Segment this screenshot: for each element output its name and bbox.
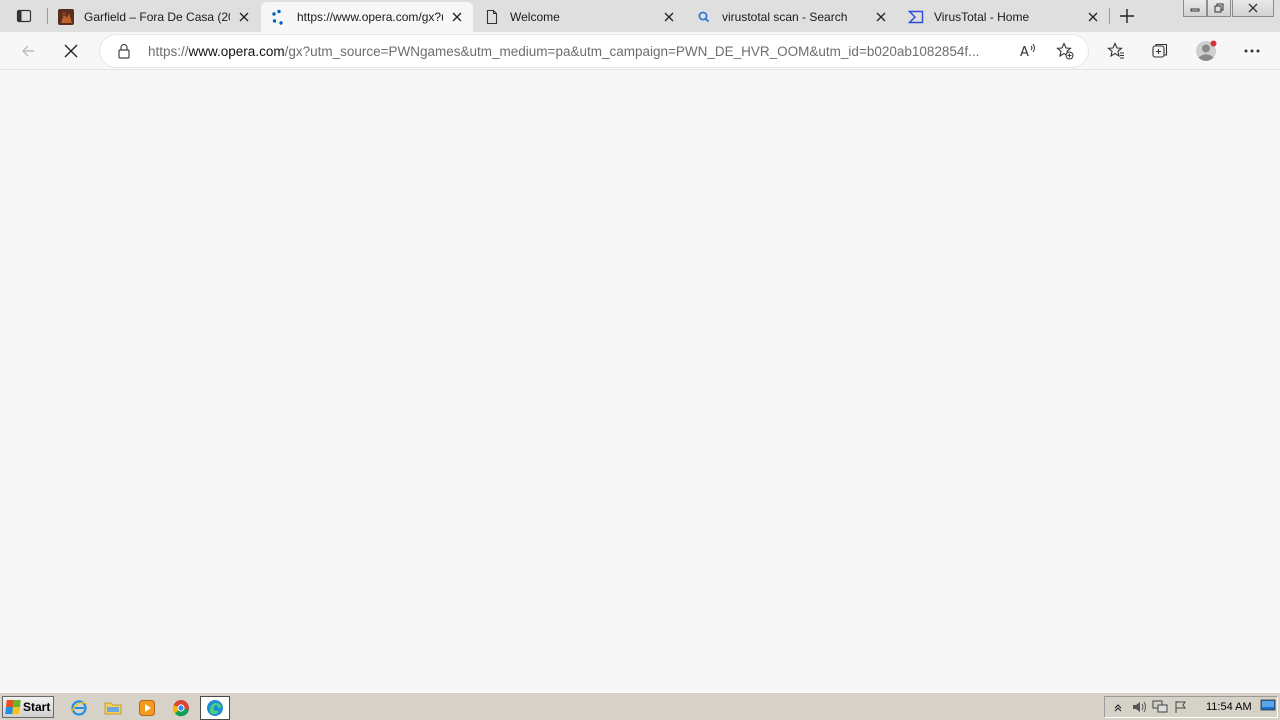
show-desktop-icon[interactable] <box>1259 697 1277 713</box>
back-button[interactable] <box>12 35 44 67</box>
navigation-toolbar: https://www.opera.com/gx?utm_source=PWNg… <box>0 32 1280 70</box>
collections-icon <box>1152 43 1168 58</box>
tab-title: https://www.opera.com/gx?ut <box>297 10 443 24</box>
collections-button[interactable] <box>1144 35 1176 67</box>
address-bar[interactable]: https://www.opera.com/gx?utm_source=PWNg… <box>100 35 1088 67</box>
folder-icon[interactable] <box>102 697 124 719</box>
favorites-icon <box>1107 42 1124 59</box>
address-url[interactable]: https://www.opera.com/gx?utm_source=PWNg… <box>148 44 1008 59</box>
start-label: Start <box>23 700 51 714</box>
settings-menu-button[interactable] <box>1236 35 1268 67</box>
tab-title: virustotal scan - Search <box>722 10 848 24</box>
virustotal-logo-icon <box>908 9 924 25</box>
search-icon <box>696 9 712 25</box>
new-tab-button[interactable] <box>1114 3 1140 29</box>
taskbar-clock[interactable]: 11:54 AM <box>1206 701 1252 713</box>
close-tab-icon[interactable] <box>871 7 891 27</box>
page-content: ANY RUN <box>0 71 1280 720</box>
more-dots-icon <box>1244 49 1260 53</box>
chrome-icon[interactable] <box>170 697 192 719</box>
network-icon[interactable] <box>1152 699 1168 715</box>
tab-actions-icon <box>16 9 32 23</box>
edge-icon[interactable] <box>200 696 230 720</box>
add-favorite-icon[interactable] <box>1053 39 1077 63</box>
tab-strip: Garfield – Fora De Casa (202 https://www… <box>0 0 1280 32</box>
system-tray <box>1104 696 1278 718</box>
avatar-icon <box>1196 40 1217 61</box>
close-tab-icon[interactable] <box>1083 7 1103 27</box>
tab-garfield[interactable]: Garfield – Fora De Casa (202 <box>48 2 260 32</box>
url-path: /gx?utm_source=PWNgames&utm_medium=pa&ut… <box>284 44 980 59</box>
url-prefix: https:// <box>148 44 189 59</box>
action-center-flag-icon[interactable] <box>1173 699 1189 715</box>
volume-icon[interactable] <box>1131 699 1147 715</box>
taskbar: Start 11:54 AM <box>0 692 1280 720</box>
windows-logo-icon <box>5 700 21 714</box>
start-button[interactable]: Start <box>2 696 54 718</box>
internet-explorer-icon[interactable] <box>68 697 90 719</box>
tab-virustotal-search[interactable]: virustotal scan - Search <box>686 2 897 32</box>
close-window-button[interactable] <box>1232 0 1274 17</box>
url-host: www.opera.com <box>188 44 285 59</box>
tab-title: Welcome <box>510 10 560 24</box>
minimize-button[interactable] <box>1183 0 1207 17</box>
favorites-button[interactable] <box>1100 35 1132 67</box>
lock-icon[interactable] <box>116 43 132 59</box>
read-aloud-icon[interactable]: A <box>1017 39 1041 63</box>
stop-icon <box>64 44 78 58</box>
loading-spinner-icon <box>271 9 287 25</box>
media-player-icon[interactable] <box>136 697 158 719</box>
restore-button[interactable] <box>1207 0 1231 17</box>
tab-title: Garfield – Fora De Casa (202 <box>84 10 230 24</box>
profile-button[interactable] <box>1190 35 1222 67</box>
tab-title: VirusTotal - Home <box>934 10 1030 24</box>
minimize-icon <box>1190 8 1200 12</box>
tab-actions-button[interactable] <box>8 4 40 28</box>
plus-icon <box>1120 9 1134 23</box>
svg-text:A: A <box>1020 45 1029 59</box>
close-tab-icon[interactable] <box>234 7 254 27</box>
page-icon <box>484 9 500 25</box>
tab-welcome[interactable]: Welcome <box>474 2 685 32</box>
chevron-up-icon[interactable] <box>1110 699 1126 715</box>
stop-loading-button[interactable] <box>55 35 87 67</box>
close-icon <box>1248 3 1258 13</box>
close-tab-icon[interactable] <box>447 7 467 27</box>
close-tab-icon[interactable] <box>659 7 679 27</box>
tab-opera-gx[interactable]: https://www.opera.com/gx?ut <box>261 2 473 32</box>
garfield-thumbnail-icon <box>58 9 74 25</box>
tab-virustotal-home[interactable]: VirusTotal - Home <box>898 2 1109 32</box>
restore-icon <box>1214 3 1224 13</box>
tab-separator <box>1109 8 1110 24</box>
back-arrow-icon <box>22 45 34 57</box>
